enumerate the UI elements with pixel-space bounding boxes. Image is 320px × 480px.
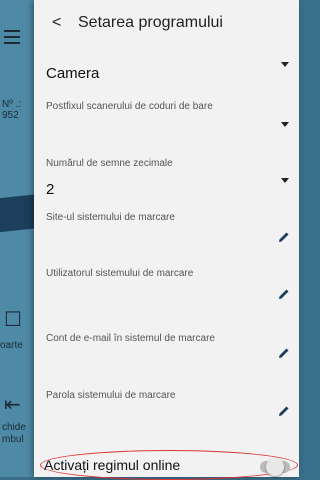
edit-icon[interactable] (277, 346, 291, 360)
edit-icon[interactable] (277, 404, 291, 418)
chevron-down-icon (281, 122, 289, 127)
edit-icon[interactable] (277, 230, 291, 244)
exit-icon[interactable]: ⇤ (4, 395, 21, 415)
edit-icon[interactable] (277, 287, 291, 301)
online-mode-label: Activați regimul online (44, 457, 181, 473)
page-title: Setarea programului (78, 14, 223, 31)
document-icon[interactable]: ☐ (4, 310, 22, 330)
chevron-down-icon (281, 178, 289, 183)
scanner-value: Camera (46, 65, 100, 82)
barcode-suffix-label: Postfixul scanerului de coduri de bare (46, 101, 213, 112)
menu-icon[interactable] (4, 30, 20, 48)
menu-item-report[interactable]: oarte (0, 340, 23, 351)
chevron-down-icon (281, 62, 289, 67)
po-label: Nº .: (2, 99, 22, 110)
marking-user-label: Utilizatorul sistemului de marcare (46, 268, 194, 279)
decimals-label: Numărul de semne zecimale (46, 158, 173, 169)
marking-password-label: Parola sistemului de marcare (46, 390, 176, 401)
marking-email-label: Cont de e-mail în sistemul de marcare (46, 333, 215, 344)
panel-header: < Setarea programului (34, 0, 299, 48)
menu-item-close-2[interactable]: mbul (2, 434, 24, 445)
settings-panel: < Setarea programului Camera Postfixul s… (34, 0, 299, 480)
po-number: 952 (2, 110, 19, 121)
decimals-value: 2 (46, 181, 55, 198)
back-button[interactable]: < (52, 14, 61, 32)
menu-item-close-1[interactable]: chide (2, 422, 26, 433)
online-mode-toggle[interactable] (260, 458, 290, 476)
toggle-knob (266, 458, 284, 476)
marking-site-label: Site-ul sistemului de marcare (46, 212, 175, 223)
